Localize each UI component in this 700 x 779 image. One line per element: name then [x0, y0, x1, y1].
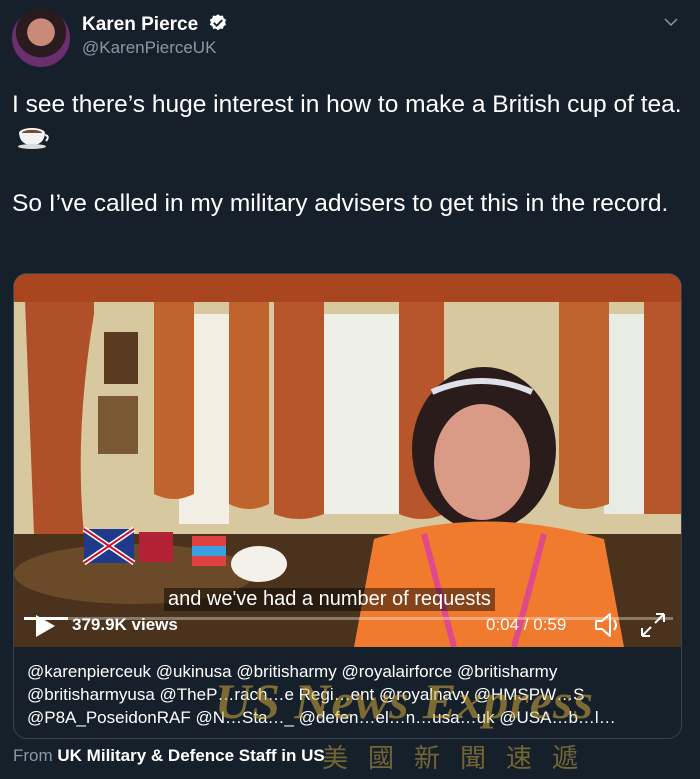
- author-name-label: Karen Pierce: [82, 14, 199, 35]
- view-count: 379.9K views: [72, 615, 178, 634]
- author-name[interactable]: Karen Pierce: [82, 13, 228, 36]
- author-handle[interactable]: @KarenPierceUK: [82, 38, 216, 58]
- video-player[interactable]: and we've had a number of requests 379.9…: [14, 274, 681, 647]
- from-attribution[interactable]: From UK Military & Defence Staff in US: [13, 746, 325, 766]
- chevron-down-icon[interactable]: [662, 13, 680, 31]
- watermark-logo: US News Express: [215, 673, 594, 729]
- video-time: 0:04 / 0:59: [486, 615, 567, 634]
- tweet-text: I see there’s huge interest in how to ma…: [12, 88, 682, 220]
- volume-icon[interactable]: [592, 610, 622, 640]
- hot-beverage-icon: [18, 128, 49, 149]
- video-card[interactable]: and we've had a number of requests 379.9…: [13, 273, 682, 739]
- watermark-logo-chinese: 美國新聞速遞: [322, 744, 599, 774]
- avatar[interactable]: [12, 9, 70, 67]
- expand-icon[interactable]: [638, 610, 668, 640]
- play-icon[interactable]: [34, 614, 56, 638]
- verified-badge-icon: [210, 14, 227, 31]
- tweet-line-2: So I’ve called in my military advisers t…: [12, 190, 669, 217]
- from-source[interactable]: UK Military & Defence Staff in US: [57, 746, 324, 765]
- video-caption: and we've had a number of requests: [164, 588, 495, 611]
- from-prefix: From: [13, 746, 53, 765]
- tweet-line-1: I see there’s huge interest in how to ma…: [12, 91, 682, 118]
